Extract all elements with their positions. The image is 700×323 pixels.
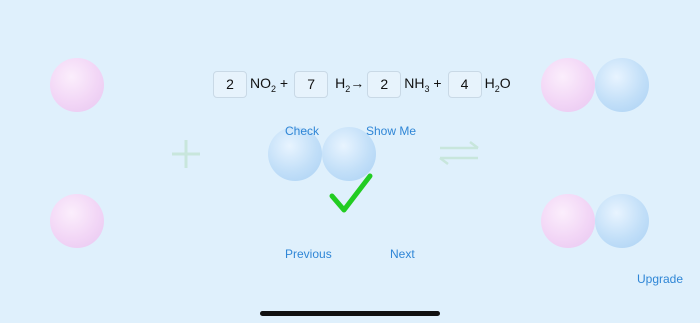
molecule-bubble-pink <box>541 58 595 112</box>
check-button[interactable]: Check <box>285 124 319 138</box>
molecule-bubble-blue <box>595 194 649 248</box>
coefficient-input-1[interactable]: 2 <box>213 70 247 98</box>
equilibrium-arrows-icon <box>439 141 479 165</box>
chemical-equation: 2 NO2 + 7 H2→ 2 NH3 + 4 H2O <box>213 70 514 98</box>
previous-button[interactable]: Previous <box>285 247 332 261</box>
molecule-bubble-pink <box>50 58 104 112</box>
upgrade-button[interactable]: Upgrade <box>637 272 683 286</box>
molecule-bubble-blue <box>595 58 649 112</box>
formula-term-1: NO2 + <box>250 74 289 94</box>
plus-icon <box>172 140 200 168</box>
formula-term-4: H2O <box>484 74 511 94</box>
coefficient-input-3[interactable]: 2 <box>367 70 402 98</box>
molecule-bubble-pink <box>50 194 104 248</box>
molecule-bubble-pink <box>541 194 595 248</box>
home-indicator[interactable] <box>260 311 440 316</box>
formula-term-2: H2→ <box>335 74 365 94</box>
coefficient-input-2[interactable]: 7 <box>294 70 329 98</box>
formula-term-3: NH3 + <box>404 74 442 94</box>
checkmark-icon <box>329 173 373 213</box>
coefficient-input-4[interactable]: 4 <box>447 70 482 98</box>
next-button[interactable]: Next <box>390 247 415 261</box>
show-me-button[interactable]: Show Me <box>366 124 416 138</box>
